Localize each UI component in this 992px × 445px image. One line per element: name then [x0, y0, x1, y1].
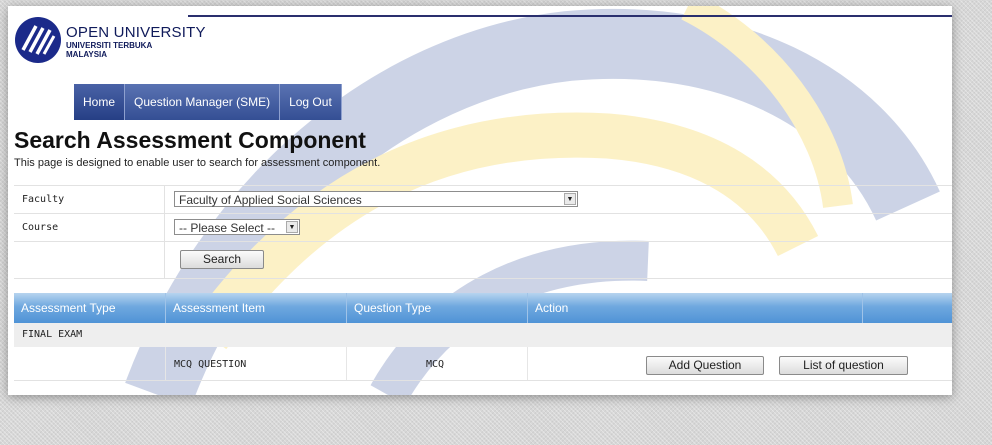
brand-subtitle: UNIVERSITI TERBUKA — [66, 41, 153, 50]
page-panel: OPEN UNIVERSITY UNIVERSITI TERBUKA MALAY… — [8, 6, 952, 395]
faculty-selected-value: Faculty of Applied Social Sciences — [179, 193, 362, 207]
header-rule — [188, 15, 952, 17]
header-assessment-type: Assessment Type — [14, 293, 166, 323]
group-row: FINAL EXAM — [14, 323, 952, 347]
chevron-down-icon[interactable]: ▼ — [286, 221, 298, 233]
nav-question-manager[interactable]: Question Manager (SME) — [125, 84, 281, 120]
column-divider — [164, 186, 165, 213]
table-row: MCQ QUESTION MCQ Add Question List of qu… — [14, 347, 952, 381]
page-description: This page is designed to enable user to … — [14, 157, 381, 169]
main-navigation: Home Question Manager (SME) Log Out — [74, 84, 342, 120]
list-of-question-button[interactable]: List of question — [779, 356, 908, 375]
search-row: Search — [14, 242, 952, 279]
page-title: Search Assessment Component — [14, 127, 366, 153]
add-question-button[interactable]: Add Question — [646, 356, 764, 375]
header-action: Action — [528, 293, 863, 323]
course-select[interactable]: -- Please Select -- ▼ — [174, 219, 300, 235]
header-question-type: Question Type — [347, 293, 528, 323]
search-button[interactable]: Search — [180, 250, 264, 269]
faculty-label: Faculty — [22, 194, 65, 205]
faculty-select[interactable]: Faculty of Applied Social Sciences ▼ — [174, 191, 578, 207]
university-emblem-icon — [15, 17, 61, 63]
nav-log-out[interactable]: Log Out — [280, 84, 342, 120]
header-assessment-item: Assessment Item — [166, 293, 347, 323]
table-header: Assessment Type Assessment Item Question… — [14, 293, 952, 323]
nav-home[interactable]: Home — [74, 84, 126, 120]
chevron-down-icon[interactable]: ▼ — [564, 193, 576, 205]
brand-country: MALAYSIA — [66, 50, 108, 59]
assessment-item-cell: MCQ QUESTION — [174, 359, 247, 370]
university-logo[interactable]: OPEN UNIVERSITY UNIVERSITI TERBUKA MALAY… — [14, 16, 206, 76]
course-label: Course — [22, 222, 59, 233]
question-type-cell: MCQ — [426, 359, 445, 370]
assessment-table: Assessment Type Assessment Item Question… — [14, 293, 952, 381]
column-divider — [164, 214, 165, 241]
search-form: Faculty Faculty of Applied Social Scienc… — [14, 185, 952, 279]
brand-name: OPEN UNIVERSITY — [66, 24, 206, 41]
course-row: Course -- Please Select -- ▼ — [14, 214, 952, 242]
faculty-row: Faculty Faculty of Applied Social Scienc… — [14, 186, 952, 214]
column-divider — [527, 347, 528, 380]
assessment-type-cell: FINAL EXAM — [22, 329, 83, 340]
column-divider — [164, 242, 165, 278]
column-divider — [165, 347, 166, 380]
header-filler — [863, 293, 952, 323]
column-divider — [346, 347, 347, 380]
course-selected-value: -- Please Select -- — [179, 221, 276, 235]
